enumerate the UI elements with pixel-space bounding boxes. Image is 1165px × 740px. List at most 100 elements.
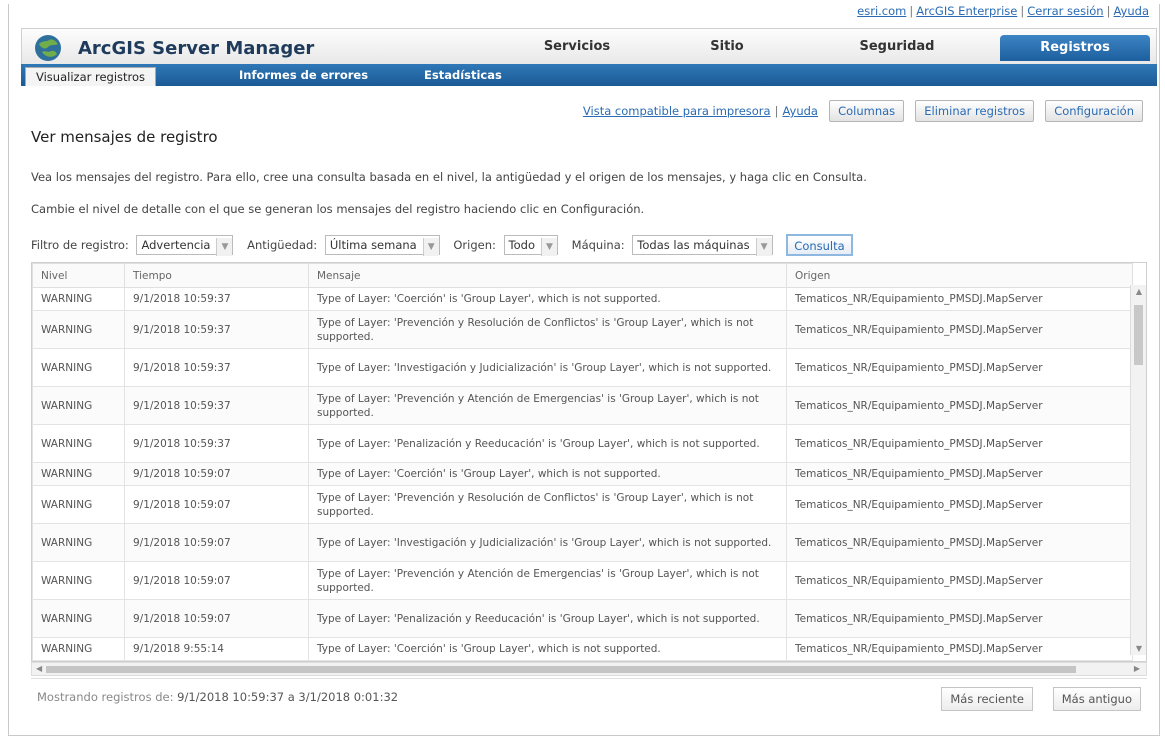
cell-level: WARNING <box>32 599 125 638</box>
cell-message: Type of Layer: 'Coerción' is 'Group Laye… <box>308 287 787 311</box>
description-query: Vea los mensajes del registro. Para ello… <box>31 170 867 184</box>
log-filter-label: Filtro de registro: <box>31 238 129 252</box>
cell-origin: Tematicos_NR/Equipamiento_PMSDJ.MapServe… <box>786 485 1133 524</box>
origin-select[interactable]: Todo ▼ <box>503 235 558 256</box>
scroll-down-icon[interactable]: ▼ <box>1131 644 1146 653</box>
subtab-estadisticas[interactable]: Estadísticas <box>424 64 502 86</box>
cell-time: 9/1/2018 10:59:37 <box>124 348 309 387</box>
cell-time: 9/1/2018 10:59:37 <box>124 424 309 463</box>
table-header-row: Nivel Tiempo Mensaje Origen <box>32 263 1133 288</box>
table-footer: Mostrando registros de: 9/1/2018 10:59:3… <box>31 678 1147 718</box>
cell-time: 9/1/2018 10:59:37 <box>124 310 309 349</box>
cell-message: Type of Layer: 'Investigación y Judicial… <box>308 523 787 562</box>
table-row[interactable]: WARNING 9/1/2018 10:59:07 Type of Layer: '… <box>32 462 1133 486</box>
age-value: Última semana <box>329 238 417 252</box>
settings-button[interactable]: Configuración <box>1045 100 1143 122</box>
columns-button[interactable]: Columnas <box>829 100 905 122</box>
table-row[interactable]: WARNING 9/1/2018 10:59:37 Type of Layer: '… <box>32 310 1133 349</box>
cell-message: Type of Layer: 'Prevención y Resolución … <box>308 310 787 349</box>
older-button[interactable]: Más antiguo <box>1052 687 1141 711</box>
cell-origin: Tematicos_NR/Equipamiento_PMSDJ.MapServe… <box>786 561 1133 600</box>
globe-logo-icon <box>35 35 61 61</box>
records-range-value: 9/1/2018 10:59:37 a 3/1/2018 0:01:32 <box>177 690 399 704</box>
table-row[interactable]: WARNING 9/1/2018 10:59:07 Type of Layer: '… <box>32 561 1133 600</box>
cell-message: Type of Layer: 'Penalización y Reeducaci… <box>308 599 787 638</box>
subtab-visualizar-registros[interactable]: Visualizar registros <box>25 67 157 86</box>
vertical-scroll-thumb[interactable] <box>1134 305 1143 365</box>
cell-message: Type of Layer: 'Penalización y Reeducaci… <box>308 424 787 463</box>
delete-logs-button[interactable]: Eliminar registros <box>915 100 1035 122</box>
top-links: esri.com | ArcGIS Enterprise | Cerrar sesión… <box>857 4 1149 18</box>
machine-select[interactable]: Todas las máquinas ▼ <box>632 235 773 256</box>
nav-registros[interactable]: Registros <box>1000 35 1150 61</box>
column-header-origen[interactable]: Origen <box>786 263 1133 288</box>
origin-label: Origen: <box>453 238 496 252</box>
toolbar: Vista compatible para impresora | Ayuda Co… <box>583 100 1143 124</box>
table-row[interactable]: WARNING 9/1/2018 10:59:37 Type of Layer: '… <box>32 424 1133 463</box>
cell-origin: Tematicos_NR/Equipamiento_PMSDJ.MapServe… <box>786 462 1133 486</box>
filter-bar: Filtro de registro: Advertencia ▼ Antigüe… <box>31 234 853 256</box>
table-row[interactable]: WARNING 9/1/2018 10:59:37 Type of Layer: '… <box>32 348 1133 387</box>
print-view-link[interactable]: Vista compatible para impresora <box>583 104 771 118</box>
age-label: Antigüedad: <box>247 238 318 252</box>
cell-origin: Tematicos_NR/Equipamiento_PMSDJ.MapServe… <box>786 310 1133 349</box>
table-row[interactable]: WARNING 9/1/2018 9:55:14 Type of Layer: 'C… <box>32 637 1133 661</box>
esri-link[interactable]: esri.com <box>857 4 906 18</box>
query-button[interactable]: Consulta <box>786 234 853 256</box>
scroll-left-icon[interactable]: ◀ <box>36 663 42 675</box>
log-filter-value: Advertencia <box>141 238 211 252</box>
cell-message: Type of Layer: 'Coerción' is 'Group Laye… <box>308 637 787 661</box>
scroll-right-icon[interactable]: ▶ <box>1134 663 1140 675</box>
chevron-down-icon: ▼ <box>422 238 439 256</box>
horizontal-scrollbar[interactable]: ◀ ▶ <box>31 662 1147 676</box>
cell-origin: Tematicos_NR/Equipamiento_PMSDJ.MapServe… <box>786 599 1133 638</box>
cell-origin: Tematicos_NR/Equipamiento_PMSDJ.MapServe… <box>786 424 1133 463</box>
cell-time: 9/1/2018 10:59:07 <box>124 523 309 562</box>
age-select[interactable]: Última semana ▼ <box>324 235 440 256</box>
nav-sitio[interactable]: Sitio <box>672 29 782 65</box>
enterprise-link[interactable]: ArcGIS Enterprise <box>916 4 1017 18</box>
column-header-mensaje[interactable]: Mensaje <box>308 263 787 288</box>
records-range: Mostrando registros de: 9/1/2018 10:59:3… <box>37 690 398 704</box>
cell-level: WARNING <box>32 523 125 562</box>
cell-level: WARNING <box>32 561 125 600</box>
app-frame: esri.com | ArcGIS Enterprise | Cerrar sesión… <box>8 4 1160 736</box>
table-row[interactable]: WARNING 9/1/2018 10:59:37 Type of Layer: '… <box>32 386 1133 425</box>
cell-message: Type of Layer: 'Prevención y Atención de… <box>308 561 787 600</box>
log-filter-select[interactable]: Advertencia ▼ <box>136 235 234 256</box>
cell-message: Type of Layer: 'Investigación y Judicial… <box>308 348 787 387</box>
chevron-down-icon: ▼ <box>755 238 772 256</box>
newer-button[interactable]: Más reciente <box>941 687 1033 711</box>
table-row[interactable]: WARNING 9/1/2018 10:59:37 Type of Layer: '… <box>32 287 1133 311</box>
cell-time: 9/1/2018 10:59:07 <box>124 561 309 600</box>
cell-time: 9/1/2018 10:59:37 <box>124 287 309 311</box>
cell-origin: Tematicos_NR/Equipamiento_PMSDJ.MapServe… <box>786 386 1133 425</box>
table-row[interactable]: WARNING 9/1/2018 10:59:07 Type of Layer: '… <box>32 599 1133 638</box>
cell-level: WARNING <box>32 348 125 387</box>
scroll-up-icon[interactable]: ▲ <box>1131 287 1146 296</box>
cell-message: Type of Layer: 'Prevención y Atención de… <box>308 386 787 425</box>
table-row[interactable]: WARNING 9/1/2018 10:59:07 Type of Layer: '… <box>32 485 1133 524</box>
cell-time: 9/1/2018 9:55:14 <box>124 637 309 661</box>
records-range-label: Mostrando registros de: <box>37 690 174 704</box>
description-settings: Cambie el nivel de detalle con el que se… <box>31 202 645 216</box>
cell-level: WARNING <box>32 637 125 661</box>
column-header-tiempo[interactable]: Tiempo <box>124 263 309 288</box>
cell-level: WARNING <box>32 310 125 349</box>
cell-level: WARNING <box>32 287 125 311</box>
help-link[interactable]: Ayuda <box>1113 4 1149 18</box>
help-link-toolbar[interactable]: Ayuda <box>782 104 818 118</box>
subtab-informes-de-errores[interactable]: Informes de errores <box>239 64 368 86</box>
app-title: ArcGIS Server Manager <box>78 38 315 59</box>
nav-seguridad[interactable]: Seguridad <box>822 29 972 65</box>
log-table: Nivel Tiempo Mensaje Origen WARNING 9/1/2… <box>32 263 1133 661</box>
column-header-nivel[interactable]: Nivel <box>32 263 125 288</box>
vertical-scrollbar[interactable]: ▲ ▼ <box>1130 285 1146 655</box>
horizontal-scroll-thumb[interactable] <box>46 666 1076 673</box>
nav-servicios[interactable]: Servicios <box>512 29 642 65</box>
cell-level: WARNING <box>32 424 125 463</box>
logout-link[interactable]: Cerrar sesión <box>1027 4 1103 18</box>
log-table-container: Nivel Tiempo Mensaje Origen WARNING 9/1/2… <box>31 262 1147 662</box>
table-row[interactable]: WARNING 9/1/2018 10:59:07 Type of Layer: '… <box>32 523 1133 562</box>
cell-message: Type of Layer: 'Coerción' is 'Group Laye… <box>308 462 787 486</box>
